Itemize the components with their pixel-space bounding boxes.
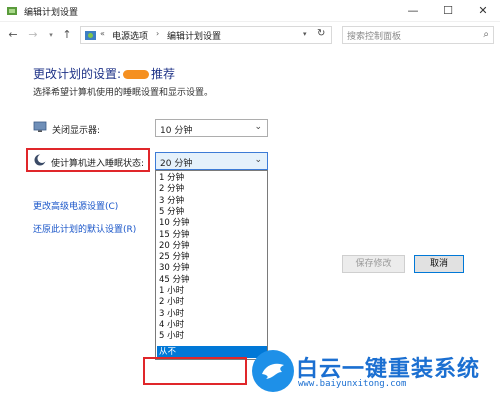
breadcrumb-separator: › xyxy=(156,29,160,38)
monitor-icon xyxy=(33,121,47,132)
breadcrumb-edit-plan[interactable]: 编辑计划设置 xyxy=(167,29,221,42)
maximize-button[interactable]: ☐ xyxy=(431,0,465,22)
address-bar[interactable]: « 电源选项 › 编辑计划设置 ▾ ↻ xyxy=(80,26,332,44)
restore-defaults-link[interactable]: 还原此计划的默认设置(R) xyxy=(33,222,136,235)
watermark: 白云一键重装系统 www.baiyunxitong.com xyxy=(252,348,500,395)
search-placeholder: 搜索控制面板 xyxy=(347,32,402,42)
save-button[interactable]: 保存修改 xyxy=(342,255,405,273)
sleep-select[interactable]: 20 分钟 ⌄ xyxy=(155,152,268,170)
chevron-down-icon: ⌄ xyxy=(254,122,262,132)
sleep-value: 20 分钟 xyxy=(160,159,193,169)
forward-button[interactable]: → xyxy=(26,27,40,43)
up-button[interactable]: ↑ xyxy=(60,27,74,43)
page-title-suffix: 推荐 xyxy=(151,67,176,81)
search-input[interactable]: 搜索控制面板 ⌕ xyxy=(342,26,494,44)
breadcrumb-overflow[interactable]: « xyxy=(100,29,105,38)
recent-locations-chevron-icon[interactable]: ▾ xyxy=(44,27,58,43)
never-option-highlight xyxy=(143,357,247,385)
refresh-icon[interactable]: ↻ xyxy=(317,28,325,39)
power-options-icon xyxy=(7,7,17,15)
sleep-label: 使计算机进入睡眠状态: xyxy=(51,159,145,169)
sleep-option[interactable]: 5 小时 xyxy=(157,330,267,343)
advanced-settings-link[interactable]: 更改高级电源设置(C) xyxy=(33,199,118,212)
control-panel-icon xyxy=(85,31,96,40)
back-button[interactable]: ← xyxy=(6,27,20,43)
display-off-value: 10 分钟 xyxy=(160,126,193,136)
title-bar: 编辑计划设置 — ☐ ✕ xyxy=(0,0,500,22)
minimize-button[interactable]: — xyxy=(396,0,430,22)
moon-icon xyxy=(34,154,47,166)
display-off-select[interactable]: 10 分钟 ⌄ xyxy=(155,119,268,137)
display-off-label: 关闭显示器: xyxy=(52,126,101,136)
window-title: 编辑计划设置 xyxy=(24,8,79,18)
cancel-button[interactable]: 取消 xyxy=(414,255,464,273)
navigation-bar: ← → ▾ ↑ « 电源选项 › 编辑计划设置 ▾ ↻ 搜索控制面板 ⌕ xyxy=(0,22,500,48)
page-title-prefix: 更改计划的设置: xyxy=(33,67,122,81)
page-subtitle: 选择希望计算机使用的睡眠设置和显示设置。 xyxy=(33,88,214,98)
page-title: 更改计划的设置: 推荐 xyxy=(33,65,175,82)
bird-logo-icon xyxy=(252,350,294,392)
address-chevron-down-icon[interactable]: ▾ xyxy=(303,30,307,38)
watermark-url: www.baiyunxitong.com xyxy=(298,379,407,389)
redaction-mark xyxy=(123,70,150,79)
sleep-options-list[interactable]: 1 分钟 2 分钟 3 分钟 5 分钟 10 分钟 15 分钟 20 分钟 25 分钟 30 分… xyxy=(155,170,268,360)
breadcrumb-power-options[interactable]: 电源选项 xyxy=(112,29,148,42)
chevron-down-icon: ⌄ xyxy=(254,155,262,165)
close-button[interactable]: ✕ xyxy=(466,0,500,22)
search-icon[interactable]: ⌕ xyxy=(483,29,489,40)
